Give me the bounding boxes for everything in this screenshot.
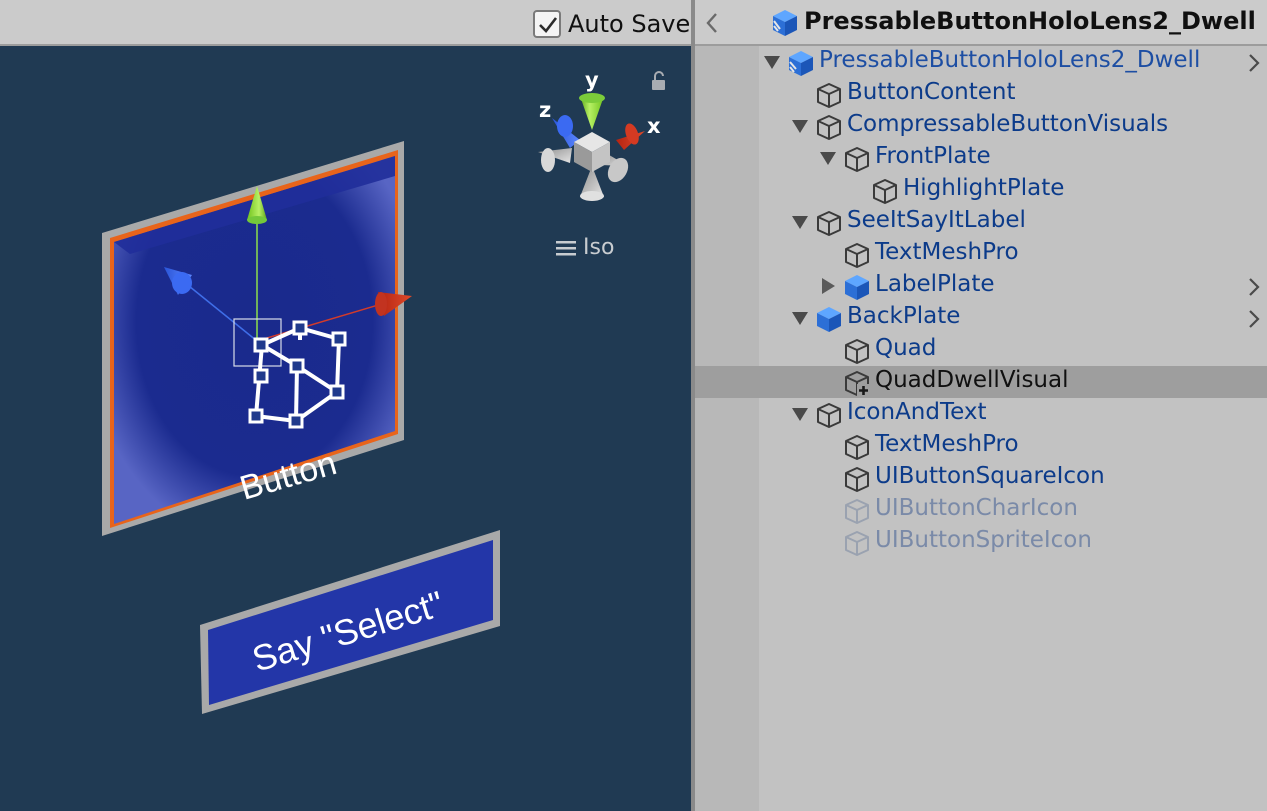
orientation-gizmo[interactable]: y z x (538, 68, 661, 201)
hierarchy-item[interactable]: Quad (695, 334, 1267, 366)
hierarchy-item-label: HighlightPlate (903, 175, 1065, 201)
hierarchy-item-label: QuadDwellVisual (875, 367, 1069, 393)
hierarchy-item[interactable]: BackPlate (695, 302, 1267, 334)
chevron-right-icon[interactable] (1248, 310, 1260, 328)
hierarchy-panel: PressableButtonHoloLens2_Dwell Pressable… (695, 0, 1267, 811)
gizmo-axis-z: z (539, 98, 551, 122)
hierarchy-item-label: ButtonContent (847, 79, 1016, 105)
hierarchy-item[interactable]: ButtonContent (695, 78, 1267, 110)
gameobject-icon (817, 403, 841, 428)
gameobject-added-icon (845, 371, 870, 397)
hierarchy-item[interactable]: FrontPlate (695, 142, 1267, 174)
expand-arrow-icon[interactable] (791, 118, 809, 134)
gameobject-icon (845, 339, 869, 364)
scene-view[interactable]: Button Say "Select" y z x Iso Auto Save (0, 0, 691, 811)
hierarchy-item[interactable]: UIButtonSpriteIcon (695, 526, 1267, 558)
hierarchy-item[interactable]: TextMeshPro (695, 238, 1267, 270)
scene-toolbar: Auto Save (0, 0, 691, 46)
autosave-checkbox[interactable] (533, 10, 561, 38)
hierarchy-item-label: UIButtonSpriteIcon (875, 527, 1092, 553)
gameobject-icon (845, 531, 869, 556)
hierarchy-item[interactable]: UIButtonSquareIcon (695, 462, 1267, 494)
gizmo-axis-y: y (585, 68, 599, 92)
gameobject-icon (817, 211, 841, 236)
hierarchy-item-label: FrontPlate (875, 143, 991, 169)
expand-arrow-icon[interactable] (791, 310, 809, 326)
hierarchy-item[interactable]: LabelPlate (695, 270, 1267, 302)
hierarchy-item-label: BackPlate (847, 303, 961, 329)
gameobject-icon (873, 179, 897, 204)
gameobject-icon (845, 435, 869, 460)
scene-viewport[interactable]: Button Say "Select" y z x (0, 46, 691, 811)
prefab-title: PressableButtonHoloLens2_Dwell (804, 7, 1256, 35)
expand-arrow-icon[interactable] (819, 150, 837, 166)
hierarchy-item[interactable]: CompressableButtonVisuals (695, 110, 1267, 142)
gameobject-icon (817, 115, 841, 140)
lock-icon[interactable] (652, 71, 665, 90)
speech-command-plate[interactable]: Say "Select" (200, 530, 500, 714)
hamburger-menu-icon[interactable] (556, 240, 578, 258)
expand-arrow-icon[interactable] (791, 214, 809, 230)
gameobject-icon (845, 467, 869, 492)
hierarchy-item-label: UIButtonSquareIcon (875, 463, 1105, 489)
chevron-right-icon[interactable] (1248, 278, 1260, 296)
hierarchy-item[interactable]: UIButtonCharIcon (695, 494, 1267, 526)
hierarchy-item-label: TextMeshPro (875, 239, 1019, 265)
checkmark-icon (539, 17, 558, 33)
hierarchy-item-label: LabelPlate (875, 271, 995, 297)
autosave-label[interactable]: Auto Save (568, 10, 690, 38)
expand-arrow-icon[interactable] (763, 54, 781, 70)
hierarchy-item[interactable]: HighlightPlate (695, 174, 1267, 206)
gameobject-icon (845, 499, 869, 524)
hierarchy-item-label: PressableButtonHoloLens2_Dwell (819, 47, 1201, 73)
prefab-icon (845, 275, 869, 300)
hierarchy-item-label: TextMeshPro (875, 431, 1019, 457)
gizmo-axis-x: x (647, 114, 661, 138)
hierarchy-item[interactable]: PressableButtonHoloLens2_Dwell (695, 46, 1267, 78)
hierarchy-item[interactable]: SeeItSayItLabel (695, 206, 1267, 238)
hierarchy-item-label: SeeItSayItLabel (847, 207, 1026, 233)
gameobject-icon (845, 243, 869, 268)
collapse-arrow-icon[interactable] (819, 278, 837, 294)
prefab-icon (817, 307, 841, 332)
hierarchy-item-label: IconAndText (847, 399, 987, 425)
chevron-left-icon[interactable] (705, 12, 719, 34)
gameobject-icon (845, 147, 869, 172)
hierarchy-item[interactable]: TextMeshPro (695, 430, 1267, 462)
expand-arrow-icon[interactable] (791, 406, 809, 422)
hierarchy-item[interactable]: QuadDwellVisual (695, 366, 1267, 398)
hierarchy-item-label: CompressableButtonVisuals (847, 111, 1169, 137)
projection-mode-label[interactable]: Iso (583, 235, 614, 260)
prefab-root-icon (789, 51, 813, 76)
chevron-right-icon[interactable] (1248, 54, 1260, 72)
hierarchy-item-label: UIButtonCharIcon (875, 495, 1078, 521)
prefab-root-icon (773, 10, 797, 36)
hierarchy-item[interactable]: IconAndText (695, 398, 1267, 430)
hierarchy-item-label: Quad (875, 335, 937, 361)
prefab-header: PressableButtonHoloLens2_Dwell (695, 0, 1267, 46)
gameobject-icon (817, 83, 841, 108)
